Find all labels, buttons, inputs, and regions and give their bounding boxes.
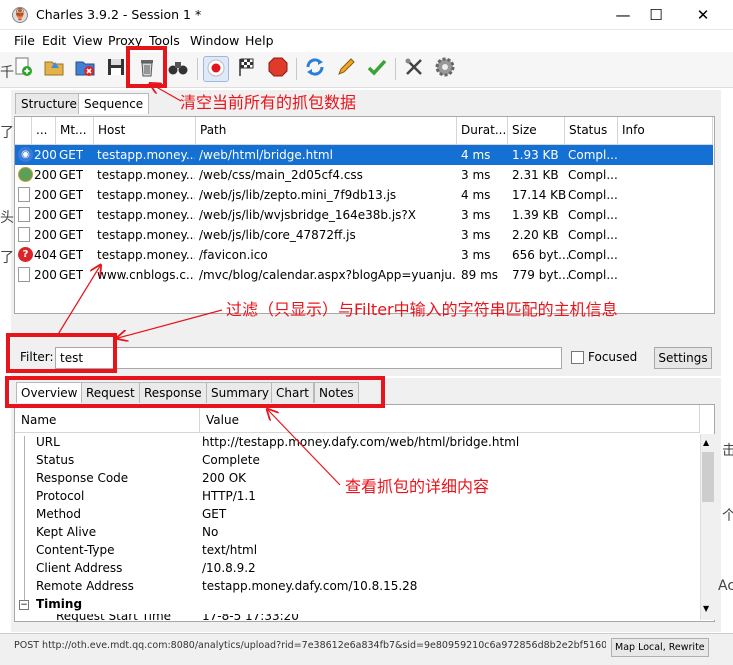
annotation-arrows xyxy=(56,0,341,486)
